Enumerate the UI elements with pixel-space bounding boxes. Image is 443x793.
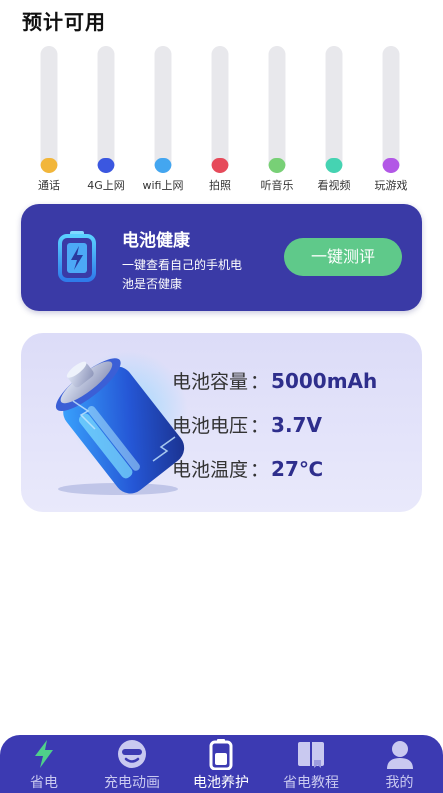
colon: ： (250, 371, 270, 393)
usage-label: 玩游戏 (374, 179, 408, 192)
nav-item-save-power[interactable]: 省电 (0, 735, 88, 793)
usage-label: 听音乐 (260, 179, 294, 192)
nav-label: 省电教程 (283, 775, 339, 791)
voltage-row: 电池电压： 3.7V (172, 411, 322, 438)
usage-item-music: 听音乐 (249, 44, 305, 194)
usage-fill (325, 157, 343, 173)
usage-label: 拍照 (209, 179, 231, 192)
usage-track (268, 46, 286, 173)
capacity-value: 5000mAh (271, 369, 378, 393)
usage-item-photo: 拍照 (192, 44, 248, 194)
usage-track (154, 46, 172, 173)
usage-item-call: 通话 (21, 44, 77, 194)
health-description: 一键查看自己的手机电池是否健康 (122, 258, 243, 291)
book-icon (295, 738, 327, 770)
usage-track (40, 46, 58, 173)
lightning-icon (28, 738, 60, 770)
usage-label: wifi上网 (142, 179, 184, 192)
nav-label: 省电 (30, 775, 58, 791)
nav-item-charge-animation[interactable]: 充电动画 (88, 735, 176, 793)
temperature-value: 27℃ (271, 457, 324, 481)
nav-item-tutorial[interactable]: 省电教程 (266, 735, 356, 793)
usage-item-4g: 4G上网 (78, 44, 134, 194)
battery-icon (205, 738, 237, 771)
voltage-label: 电池电压 (172, 415, 249, 437)
usage-bars: 通话 4G上网 wifi上网 拍照 听音乐 看视频 玩游戏 (28, 44, 421, 194)
health-title: 电池健康 (122, 231, 190, 251)
usage-fill (382, 157, 400, 173)
battery-charging-icon (57, 230, 97, 282)
bottom-nav: 省电 充电动画 电池养护 省电教程 我的 (0, 735, 443, 793)
usage-item-wifi: wifi上网 (135, 44, 191, 194)
voltage-value: 3.7V (271, 413, 322, 437)
usage-label: 看视频 (317, 179, 351, 192)
nav-item-profile[interactable]: 我的 (356, 735, 443, 793)
battery-info-card: 电池容量： 5000mAh 电池电压： 3.7V 电池温度： 27℃ (21, 333, 422, 512)
page-title: 预计可用 (22, 10, 106, 34)
nav-label: 电池养护 (193, 775, 249, 791)
usage-track (325, 46, 343, 173)
usage-track (382, 46, 400, 173)
user-icon (384, 738, 416, 770)
usage-fill (268, 157, 286, 173)
usage-label: 通话 (38, 179, 60, 192)
usage-item-video: 看视频 (306, 44, 362, 194)
nav-item-battery-care[interactable]: 电池养护 (176, 735, 266, 793)
usage-track (97, 46, 115, 173)
usage-track (211, 46, 229, 173)
usage-fill (40, 157, 58, 173)
temperature-label: 电池温度 (172, 459, 249, 481)
evaluate-button[interactable]: 一键测评 (284, 238, 402, 276)
usage-fill (154, 157, 172, 173)
battery-health-card: 电池健康 一键查看自己的手机电池是否健康 一键测评 (21, 204, 422, 311)
colon: ： (250, 459, 270, 481)
temperature-row: 电池温度： 27℃ (172, 455, 323, 482)
usage-label: 4G上网 (87, 179, 125, 192)
usage-item-game: 玩游戏 (363, 44, 419, 194)
nav-label: 充电动画 (104, 775, 160, 791)
capacity-row: 电池容量： 5000mAh (172, 367, 377, 394)
nav-label: 我的 (385, 775, 414, 791)
colon: ： (250, 415, 270, 437)
smile-face-icon (116, 738, 148, 770)
usage-fill (211, 157, 229, 173)
capacity-label: 电池容量 (172, 371, 249, 393)
usage-fill (97, 157, 115, 173)
